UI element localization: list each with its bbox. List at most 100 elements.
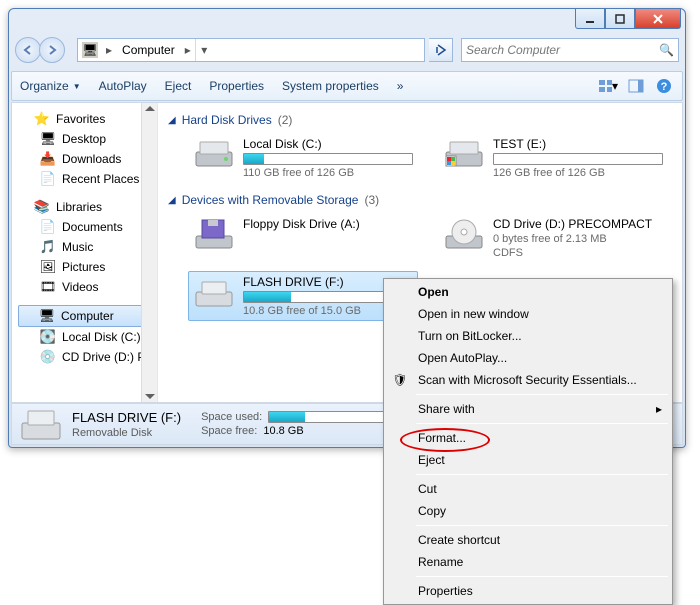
ctx-autoplay[interactable]: Open AutoPlay... <box>386 347 670 369</box>
search-placeholder: Search Computer <box>466 43 560 57</box>
videos-icon: 🎞 <box>40 279 56 295</box>
search-icon: 🔍 <box>659 43 674 57</box>
computer-icon <box>82 42 98 58</box>
nav-sidebar: ⭐Favorites 🖥Desktop 📥Downloads 📄Recent P… <box>12 103 158 402</box>
sidebar-libraries-header[interactable]: 📚Libraries <box>12 197 157 217</box>
refresh-button[interactable] <box>429 38 453 62</box>
context-menu: Open Open in new window Turn on BitLocke… <box>383 278 673 605</box>
group-header-removable[interactable]: ◢ Devices with Removable Storage (3) <box>168 193 672 207</box>
search-input[interactable]: Search Computer 🔍 <box>461 38 679 62</box>
collapse-icon: ◢ <box>168 195 176 206</box>
sidebar-item-music[interactable]: 🎵Music <box>12 237 157 257</box>
sidebar-item-pictures[interactable]: 🖼Pictures <box>12 257 157 277</box>
drive-title: Local Disk (C:) <box>243 137 413 151</box>
help-button[interactable]: ? <box>654 76 674 96</box>
flash-icon <box>20 407 62 441</box>
ctx-open[interactable]: Open <box>386 281 670 303</box>
star-icon: ⭐ <box>34 111 50 127</box>
ctx-rename[interactable]: Rename <box>386 551 670 573</box>
details-title: FLASH DRIVE (F:) <box>72 410 181 425</box>
desktop-icon: 🖥 <box>40 131 56 147</box>
drive-floppy-a[interactable]: Floppy Disk Drive (A:) <box>188 213 418 263</box>
ctx-separator <box>416 423 668 424</box>
hdd-icon <box>193 137 235 171</box>
sidebar-item-downloads[interactable]: 📥Downloads <box>12 149 157 169</box>
flash-icon <box>193 275 235 309</box>
sidebar-item-desktop[interactable]: 🖥Desktop <box>12 129 157 149</box>
drive-subtitle: 0 bytes free of 2.13 MB <box>493 233 663 245</box>
maximize-button[interactable] <box>605 9 635 29</box>
toolbar-overflow[interactable]: » <box>397 79 404 93</box>
drive-subtitle: 126 GB free of 126 GB <box>493 167 663 179</box>
ctx-eject[interactable]: Eject <box>386 449 670 471</box>
libraries-icon: 📚 <box>34 199 50 215</box>
system-properties-button[interactable]: System properties <box>282 79 379 93</box>
drive-local-disk-c[interactable]: Local Disk (C:) 110 GB free of 126 GB <box>188 133 418 183</box>
space-used-label: Space used: <box>201 411 262 423</box>
ctx-cut[interactable]: Cut <box>386 478 670 500</box>
downloads-icon: 📥 <box>40 151 56 167</box>
drive-title: TEST (E:) <box>493 137 663 151</box>
back-button[interactable] <box>15 37 41 63</box>
preview-pane-button[interactable] <box>626 76 646 96</box>
computer-icon: 🖥 <box>39 308 55 324</box>
minimize-button[interactable] <box>575 9 605 29</box>
drive-filesystem: CDFS <box>493 247 663 259</box>
shield-icon: 🛡 <box>392 372 408 388</box>
toolbar: Organize▼ AutoPlay Eject Properties Syst… <box>11 71 683 101</box>
svg-text:?: ? <box>661 81 668 93</box>
cd-icon: 💿 <box>40 349 56 365</box>
capacity-bar <box>493 153 663 165</box>
collapse-icon: ◢ <box>168 115 176 126</box>
ctx-scan-mse[interactable]: 🛡Scan with Microsoft Security Essentials… <box>386 369 670 391</box>
close-button[interactable] <box>635 9 681 29</box>
ctx-separator <box>416 576 668 577</box>
cd-icon <box>443 217 485 251</box>
space-free-value: 10.8 GB <box>263 425 303 437</box>
ctx-share-with[interactable]: Share with▸ <box>386 398 670 420</box>
ctx-separator <box>416 525 668 526</box>
nav-row: ▸ Computer ▸ ▾ Search Computer 🔍 <box>15 35 679 65</box>
drive-title: CD Drive (D:) PRECOMPACT <box>493 217 663 231</box>
ctx-copy[interactable]: Copy <box>386 500 670 522</box>
drive-cd-d[interactable]: CD Drive (D:) PRECOMPACT 0 bytes free of… <box>438 213 668 263</box>
breadcrumb-computer[interactable]: Computer <box>116 39 181 61</box>
address-bar[interactable]: ▸ Computer ▸ ▾ <box>77 38 425 62</box>
submenu-arrow-icon: ▸ <box>656 402 662 416</box>
sidebar-item-computer[interactable]: 🖥Computer <box>18 305 143 327</box>
drive-subtitle: 110 GB free of 126 GB <box>243 167 413 179</box>
group-header-hdd[interactable]: ◢ Hard Disk Drives (2) <box>168 113 672 127</box>
view-button[interactable]: ▾ <box>598 76 618 96</box>
ctx-open-new-window[interactable]: Open in new window <box>386 303 670 325</box>
organize-menu[interactable]: Organize▼ <box>20 79 81 93</box>
ctx-bitlocker[interactable]: Turn on BitLocker... <box>386 325 670 347</box>
music-icon: 🎵 <box>40 239 56 255</box>
ctx-separator <box>416 394 668 395</box>
sidebar-favorites-header[interactable]: ⭐Favorites <box>12 109 157 129</box>
address-dropdown[interactable]: ▾ <box>195 39 213 61</box>
drive-title: Floppy Disk Drive (A:) <box>243 217 413 231</box>
sidebar-item-videos[interactable]: 🎞Videos <box>12 277 157 297</box>
sidebar-item-cd-drive-d[interactable]: 💿CD Drive (D:) PRECOMPACT <box>12 347 157 367</box>
ctx-format[interactable]: Format... <box>386 427 670 449</box>
sidebar-item-recent[interactable]: 📄Recent Places <box>12 169 157 189</box>
autoplay-button[interactable]: AutoPlay <box>99 79 147 93</box>
ctx-separator <box>416 474 668 475</box>
sidebar-item-documents[interactable]: 📄Documents <box>12 217 157 237</box>
capacity-bar <box>243 153 413 165</box>
space-free-label: Space free: <box>201 425 257 437</box>
hdd-icon <box>443 137 485 171</box>
properties-button[interactable]: Properties <box>209 79 264 93</box>
ctx-create-shortcut[interactable]: Create shortcut <box>386 529 670 551</box>
floppy-icon <box>193 217 235 251</box>
documents-icon: 📄 <box>40 219 56 235</box>
details-capacity-bar <box>268 411 398 423</box>
details-type: Removable Disk <box>72 427 181 439</box>
drive-test-e[interactable]: TEST (E:) 126 GB free of 126 GB <box>438 133 668 183</box>
eject-button[interactable]: Eject <box>165 79 192 93</box>
sidebar-scrollbar[interactable] <box>141 103 157 402</box>
forward-button[interactable] <box>39 37 65 63</box>
recent-icon: 📄 <box>40 171 56 187</box>
ctx-properties[interactable]: Properties <box>386 580 670 602</box>
sidebar-item-local-disk-c[interactable]: 💽Local Disk (C:) <box>12 327 157 347</box>
